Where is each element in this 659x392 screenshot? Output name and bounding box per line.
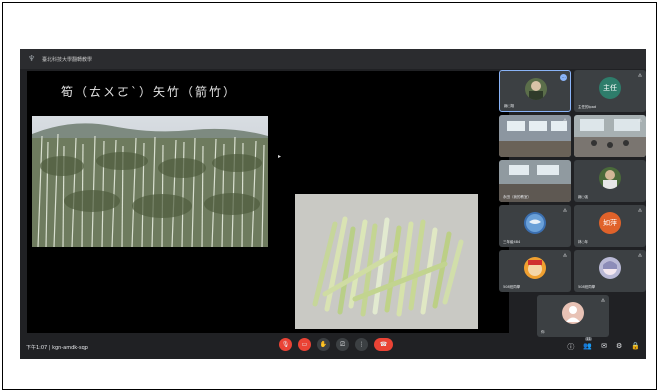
self-avatar	[562, 302, 584, 324]
self-view-tile[interactable]: ⁂ 你	[537, 295, 609, 337]
classroom-video-tile[interactable]: ⁂	[499, 115, 571, 157]
participant-tile[interactable]: ⁂ 三年級484	[499, 205, 571, 247]
participant-tile[interactable]: ⁂ 508班同學	[574, 250, 646, 292]
activities-icon[interactable]: ⚙	[616, 342, 622, 352]
participant-initial: 如萍	[599, 212, 621, 234]
call-controls: 🎙 ▭ ✋ ⎚ ⋮ ☎	[279, 338, 393, 351]
meeting-code: kgn-amdk-sqp	[52, 344, 88, 351]
app-icon: ♆	[28, 54, 36, 63]
participant-initial: 主任	[599, 77, 621, 99]
arrow-bamboo-field-photo	[32, 116, 268, 247]
mic-muted-icon: ⁂	[638, 253, 642, 258]
presentation-stage[interactable]: 筍（ㄊㄨㄛˋ）矢竹（箭竹） ▸	[27, 71, 509, 333]
more-vert-icon[interactable]: ⋮	[355, 338, 368, 351]
info-icon[interactable]: ⓘ	[567, 342, 574, 352]
raise-hand-icon[interactable]: ✋	[317, 338, 330, 351]
participant-photo	[599, 167, 621, 189]
classroom-video-tile[interactable]: 永田（我的教室）	[499, 160, 571, 202]
end-call-icon[interactable]: ☎	[374, 338, 393, 351]
mouse-pointer: ▸	[278, 153, 282, 160]
mic-muted-icon: ⁂	[601, 298, 605, 303]
participant-tile[interactable]: 趙○強	[574, 160, 646, 202]
participant-tile[interactable]: 如萍 ⁂ 林○年	[574, 205, 646, 247]
participant-name: 趙○強	[578, 195, 589, 199]
camera-off-icon[interactable]: ▭	[298, 338, 311, 351]
meeting-toolbar: 下午1:07 | kgn-amdk-sqp 🎙 ▭ ✋ ⎚ ⋮ ☎ ⓘ 👥 11…	[20, 335, 646, 359]
participant-tile[interactable]: ⋯ 趙○翔	[499, 70, 571, 112]
participant-tile[interactable]: ⁂ 508班同學	[499, 250, 571, 292]
participant-name: 主任的Ipad	[578, 105, 597, 109]
participant-grid: ⋯ 趙○翔 主任 ⁂ 主任的Ipad ⁂ ⁂ 永田（我的教室） 趙○強 ⁂ 三年…	[499, 70, 646, 337]
meeting-time: 下午1:07	[26, 344, 48, 351]
meet-window: ♆ 臺北科技大學翻轉教學 筍（ㄊㄨㄛˋ）矢竹（箭竹） ▸ ⋯ 趙○翔 主任 ⁂ …	[20, 49, 646, 359]
globe-avatar	[524, 212, 546, 234]
classroom-video-tile[interactable]: ⁂	[574, 115, 646, 157]
host-controls-icon[interactable]: 🔒	[631, 342, 640, 352]
participant-photo	[525, 78, 547, 100]
mic-muted-icon: ⁂	[563, 118, 567, 123]
participant-name: 508班同學	[578, 285, 596, 289]
more-options-icon[interactable]: ⋯	[560, 74, 567, 81]
participant-name: 永田（我的教室）	[503, 195, 531, 199]
participant-name: 林○年	[578, 240, 589, 244]
window-title-bar: ♆ 臺北科技大學翻轉教學	[20, 49, 646, 69]
slide-title: 筍（ㄊㄨㄛˋ）矢竹（箭竹）	[61, 85, 238, 99]
participant-name: 508班同學	[503, 285, 521, 289]
side-tools: ⓘ 👥 11 ✉ ⚙ 🔒	[567, 337, 640, 352]
chat-icon[interactable]: ✉	[601, 342, 607, 352]
mic-muted-icon: ⁂	[638, 208, 642, 213]
mic-muted-icon: ⁂	[563, 253, 567, 258]
meeting-separator: |	[48, 344, 51, 351]
people-count: 11	[585, 337, 592, 341]
cartoon-avatar	[524, 257, 546, 279]
mic-muted-icon: ⁂	[638, 73, 642, 78]
anime-avatar	[599, 257, 621, 279]
mic-muted-icon: ⁂	[638, 118, 642, 123]
participant-tile[interactable]: 主任 ⁂ 主任的Ipad	[574, 70, 646, 112]
present-icon[interactable]: ⎚	[336, 338, 349, 351]
people-icon[interactable]: 👥 11	[583, 337, 593, 352]
participant-name: 三年級484	[503, 240, 521, 244]
meeting-info: 下午1:07 | kgn-amdk-sqp	[26, 344, 88, 351]
bamboo-shoots-photo	[295, 194, 478, 329]
classroom-video	[499, 115, 571, 157]
mic-off-icon[interactable]: 🎙	[279, 338, 292, 351]
mic-muted-icon: ⁂	[563, 208, 567, 213]
participant-name: 趙○翔	[504, 104, 515, 108]
window-title: 臺北科技大學翻轉教學	[42, 56, 93, 63]
classroom-video	[574, 115, 646, 157]
people-glyph: 👥	[583, 342, 593, 350]
